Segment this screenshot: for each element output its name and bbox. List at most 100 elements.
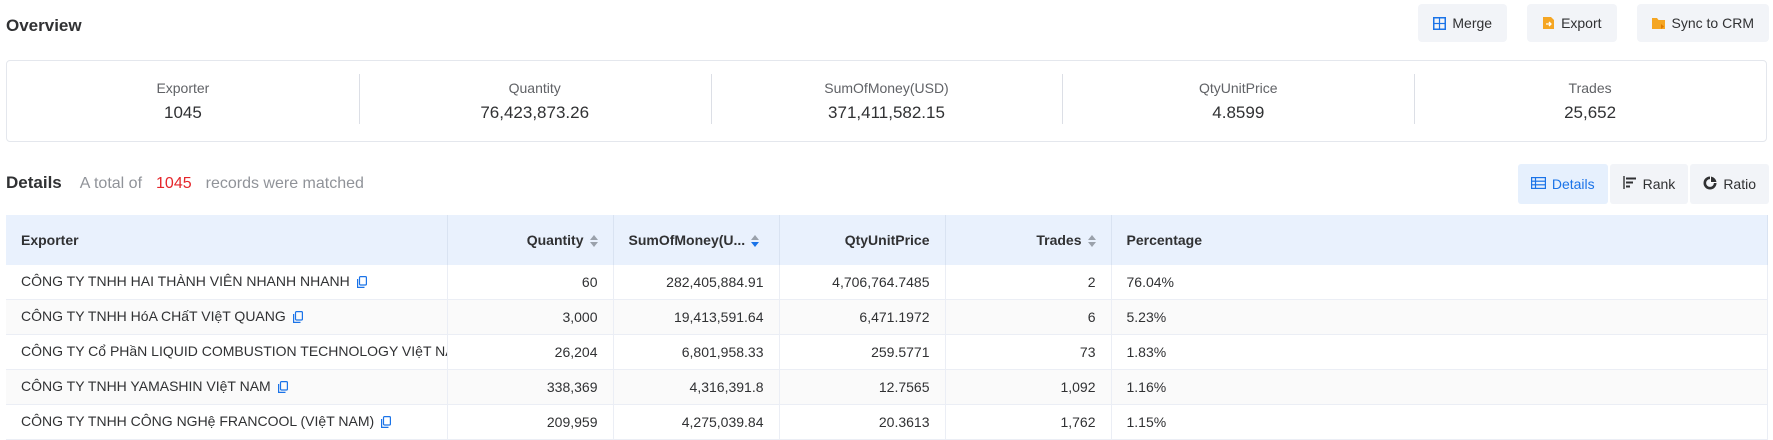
stat-value: 1045: [163, 102, 202, 122]
merge-icon: [1433, 16, 1447, 30]
records-suffix: records were matched: [205, 175, 364, 192]
view-details-label: Details: [1551, 176, 1595, 192]
table-row: CÔNG TY TNHH HAI THÀNH VIÊN NHANH NHANH …: [6, 265, 1768, 300]
sum-cell: 6,801,958.33: [613, 334, 780, 370]
pie-chart-icon: [1703, 176, 1717, 193]
stat-value: 371,411,582.15: [828, 102, 945, 122]
exporter-cell: CÔNG TY TNHH HAI THÀNH VIÊN NHANH NHANH: [6, 265, 448, 300]
stat-label: Exporter: [156, 79, 210, 96]
export-icon: [1542, 16, 1555, 30]
quantity-cell: 338,369: [447, 369, 614, 405]
stat-quantity: Quantity 76,423,873.26: [358, 73, 711, 124]
qty-price-cell: 4,706,764.7485: [779, 265, 946, 300]
col-header-qty-unit-price: QtyUnitPrice: [779, 215, 946, 265]
col-header-sum-of-money[interactable]: SumOfMoney(U...: [613, 215, 780, 265]
page-title: Overview: [6, 16, 82, 35]
qty-price-cell: 12.7565: [779, 369, 946, 405]
view-rank-button[interactable]: Rank: [1609, 164, 1689, 204]
col-trades-label: Trades: [1036, 232, 1082, 248]
details-header: Details A total of 1045 records were mat…: [6, 173, 364, 193]
col-header-exporter: Exporter: [6, 215, 448, 265]
table-row: CÔNG TY TNHH HóA CHấT VIệT QUANG 3,000 1…: [6, 299, 1768, 335]
trades-cell: 2: [945, 265, 1112, 300]
exporter-cell: CÔNG TY TNHH CÔNG NGHệ FRANCOOL (VIệT NA…: [6, 404, 448, 440]
col-header-trades[interactable]: Trades: [945, 215, 1112, 265]
col-qty-price-label: QtyUnitPrice: [844, 232, 930, 248]
col-exporter-label: Exporter: [21, 232, 79, 248]
col-quantity-label: Quantity: [526, 232, 584, 248]
stat-exporter: Exporter 1045: [7, 80, 359, 123]
exporter-cell: CÔNG TY TNHH YAMASHIN VIệT NAM: [6, 369, 448, 405]
trades-cell: 73: [945, 334, 1112, 370]
qty-price-cell: 20.3613: [779, 404, 946, 440]
quantity-cell: 60: [447, 265, 614, 300]
stat-sum-of-money: SumOfMoney(USD) 371,411,582.15: [710, 73, 1063, 124]
copy-icon[interactable]: [381, 415, 392, 431]
exporter-name[interactable]: CÔNG TY Cổ PHầN LIQUID COMBUSTION TECHNO…: [21, 343, 446, 359]
toolbar: Merge Export Sync to CRM: [1418, 4, 1769, 42]
sort-icon[interactable]: [1087, 235, 1096, 248]
trades-cell: 1,092: [945, 369, 1112, 405]
percentage-cell: 76.04%: [1111, 265, 1768, 300]
table-row: CÔNG TY TNHH YAMASHIN VIệT NAM 338,369 4…: [6, 369, 1768, 405]
trades-cell: 1,762: [945, 404, 1112, 440]
stat-value: 4.8599: [1212, 102, 1265, 122]
table-row: CÔNG TY TNHH CÔNG NGHệ FRANCOOL (VIệT NA…: [6, 404, 1768, 440]
stat-label: Trades: [1568, 79, 1612, 96]
col-header-percentage: Percentage: [1111, 215, 1768, 265]
merge-button[interactable]: Merge: [1418, 4, 1508, 42]
quantity-cell: 26,204: [447, 334, 614, 370]
exporter-name[interactable]: CÔNG TY TNHH CÔNG NGHệ FRANCOOL (VIệT NA…: [21, 413, 374, 429]
percentage-cell: 1.83%: [1111, 334, 1768, 370]
view-switcher: Details Rank Ratio: [1517, 164, 1769, 204]
rank-bars-icon: [1622, 176, 1637, 192]
stat-value: 76,423,873.26: [480, 102, 590, 122]
export-label: Export: [1561, 15, 1602, 31]
percentage-cell: 1.16%: [1111, 369, 1768, 405]
sum-cell: 4,275,039.84: [613, 404, 780, 440]
percentage-cell: 5.23%: [1111, 299, 1768, 335]
col-percentage-label: Percentage: [1126, 232, 1202, 248]
exporter-cell: CÔNG TY TNHH HóA CHấT VIệT QUANG: [6, 299, 448, 335]
sync-to-crm-button[interactable]: Sync to CRM: [1636, 4, 1769, 42]
copy-icon[interactable]: [356, 275, 367, 291]
stat-label: QtyUnitPrice: [1199, 79, 1278, 96]
sum-cell: 282,405,884.91: [613, 265, 780, 300]
view-details-button[interactable]: Details: [1517, 164, 1608, 204]
view-ratio-button[interactable]: Ratio: [1690, 164, 1769, 204]
summary-card: Exporter 1045 Quantity 76,423,873.26 Sum…: [6, 60, 1767, 142]
stat-trades: Trades 25,652: [1414, 73, 1766, 124]
table-row: CÔNG TY Cổ PHầN LIQUID COMBUSTION TECHNO…: [6, 334, 1768, 370]
copy-icon[interactable]: [277, 380, 288, 396]
quantity-cell: 209,959: [447, 404, 614, 440]
col-header-quantity[interactable]: Quantity: [447, 215, 614, 265]
crm-folder-icon: [1651, 17, 1666, 30]
sum-cell: 19,413,591.64: [613, 299, 780, 335]
export-button[interactable]: Export: [1527, 4, 1617, 42]
col-sum-label: SumOfMoney(U...: [628, 232, 746, 248]
percentage-cell: 1.15%: [1111, 404, 1768, 440]
sum-cell: 4,316,391.8: [613, 369, 780, 405]
qty-price-cell: 6,471.1972: [779, 299, 946, 335]
exporter-name[interactable]: CÔNG TY TNHH HAI THÀNH VIÊN NHANH NHANH: [21, 273, 350, 289]
stat-label: Quantity: [508, 79, 561, 96]
merge-label: Merge: [1452, 15, 1493, 31]
sort-icon[interactable]: [751, 235, 760, 248]
stat-qty-unit-price: QtyUnitPrice 4.8599: [1062, 73, 1414, 124]
details-table: Exporter Quantity SumOfMoney(U... QtyUni…: [6, 215, 1768, 440]
exporter-name[interactable]: CÔNG TY TNHH HóA CHấT VIệT QUANG: [21, 308, 286, 324]
view-rank-label: Rank: [1642, 176, 1676, 192]
copy-icon[interactable]: [292, 310, 303, 326]
records-prefix: A total of: [79, 175, 143, 192]
table-header-row: Exporter Quantity SumOfMoney(U... QtyUni…: [6, 215, 1768, 265]
view-ratio-label: Ratio: [1723, 176, 1756, 192]
details-title: Details: [6, 173, 62, 192]
sync-label: Sync to CRM: [1671, 15, 1754, 31]
exporter-cell: CÔNG TY Cổ PHầN LIQUID COMBUSTION TECHNO…: [6, 334, 448, 370]
stat-label: SumOfMoney(USD): [824, 79, 949, 96]
table-icon: [1530, 176, 1546, 192]
trades-cell: 6: [945, 299, 1112, 335]
sort-icon[interactable]: [589, 235, 598, 248]
exporter-name[interactable]: CÔNG TY TNHH YAMASHIN VIệT NAM: [21, 378, 271, 394]
stat-value: 25,652: [1564, 102, 1617, 122]
